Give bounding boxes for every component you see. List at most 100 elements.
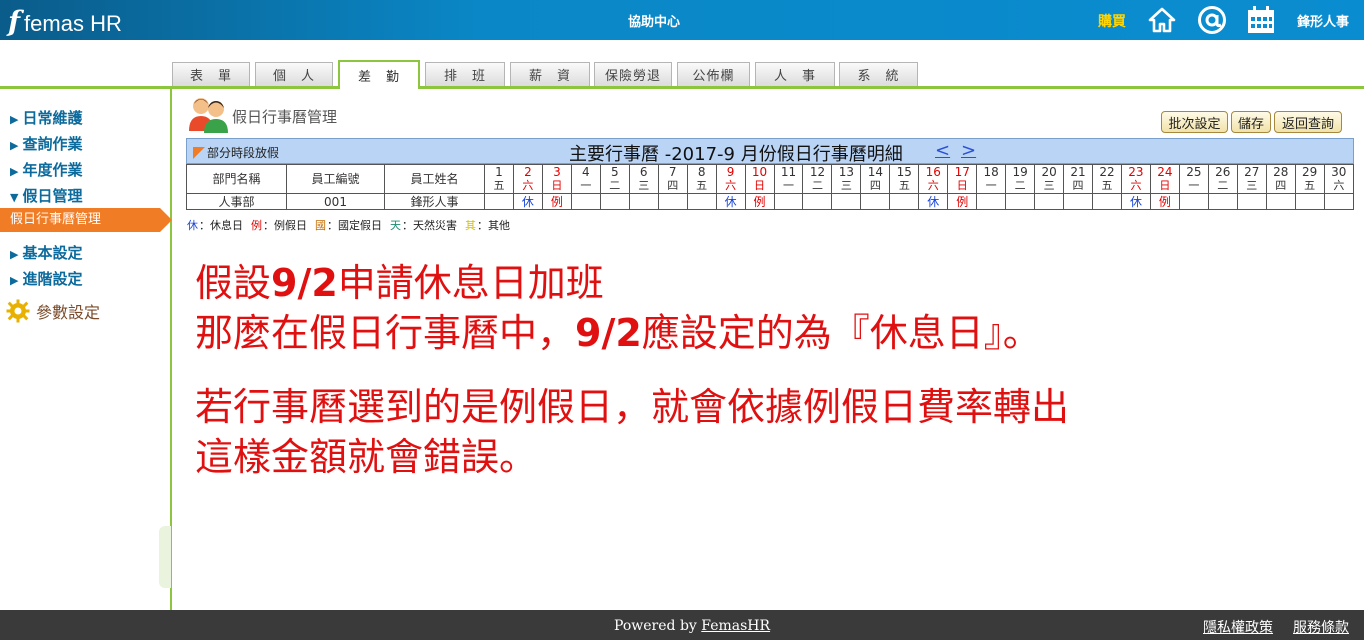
weekday-label: 六 bbox=[522, 179, 534, 192]
weekday-label: 一 bbox=[783, 179, 794, 192]
day-number: 6 bbox=[639, 165, 648, 179]
day-mark-cell[interactable]: 休 bbox=[715, 193, 746, 210]
day-mark-cell[interactable] bbox=[1207, 193, 1238, 210]
annotation-line-1: 假設9/2申請休息日加班 bbox=[195, 261, 604, 305]
day-header-cell: 15 五 bbox=[889, 164, 920, 194]
day-number: 18 bbox=[983, 165, 999, 179]
day-mark-cell[interactable]: 例 bbox=[744, 193, 775, 210]
day-header-cell: 3日 bbox=[541, 164, 572, 194]
day-mark-cell[interactable]: 休 bbox=[512, 193, 543, 210]
sidebar-item-advanced-settings[interactable]: ▶ 進階設定 bbox=[10, 268, 82, 289]
legend-key: 其 bbox=[465, 219, 476, 232]
day-number: 5 bbox=[610, 165, 619, 179]
day-mark-cell[interactable] bbox=[1294, 193, 1325, 210]
tab-personal[interactable]: 個 人 bbox=[255, 62, 333, 86]
holiday-calendar: 部分時段放假 主要行事曆 -2017-9 月份假日行事曆明細 < > 部門名稱 … bbox=[186, 138, 1355, 210]
next-month-link[interactable]: > bbox=[961, 140, 976, 161]
weekday-label: 一 bbox=[1188, 179, 1200, 192]
day-number: 1 bbox=[495, 165, 503, 179]
day-mark-cell[interactable] bbox=[570, 193, 601, 210]
day-mark-cell[interactable] bbox=[657, 193, 688, 210]
day-number: 26 bbox=[1215, 165, 1231, 179]
terms-of-service-link[interactable]: 服務條款 bbox=[1293, 617, 1349, 637]
weekday-label: 五 bbox=[1101, 179, 1113, 192]
day-mark-cell[interactable] bbox=[1323, 193, 1355, 210]
sidebar-item-query[interactable]: ▶ 查詢作業 bbox=[10, 133, 82, 154]
back-to-query-button[interactable]: 返回查詢 bbox=[1274, 111, 1342, 133]
day-mark-cell[interactable] bbox=[1063, 193, 1094, 210]
home-icon[interactable] bbox=[1147, 6, 1177, 34]
day-header-cell: 20 三 bbox=[1034, 164, 1065, 194]
col-name-header: 員工姓名 bbox=[384, 164, 485, 194]
batch-settings-button[interactable]: 批次設定 bbox=[1161, 111, 1228, 133]
day-mark-cell[interactable] bbox=[599, 193, 630, 210]
tab-hr[interactable]: 人 事 bbox=[755, 62, 835, 86]
weekday-label: 二 bbox=[1217, 179, 1229, 192]
day-mark-cell[interactable] bbox=[802, 193, 833, 210]
day-mark-cell[interactable] bbox=[1265, 193, 1296, 210]
day-mark-cell[interactable]: 休 bbox=[918, 193, 949, 210]
day-header-cell: 28 四 bbox=[1265, 164, 1296, 194]
annotation-line-4: 這樣金額就會錯誤。 bbox=[195, 435, 538, 479]
day-mark-cell[interactable]: 休 bbox=[1120, 193, 1151, 210]
day-mark-cell[interactable] bbox=[484, 193, 514, 210]
tab-insurance[interactable]: 保險勞退 bbox=[594, 62, 672, 86]
day-header-cell: 10 日 bbox=[744, 164, 775, 194]
help-center-link[interactable]: 協助中心 bbox=[628, 11, 680, 30]
day-mark-cell[interactable] bbox=[860, 193, 891, 210]
annotation-text: 假設9/2申請休息日加班 那麼在假日行事曆中，9/2應設定的為『休息日』。 若行… bbox=[195, 258, 1069, 482]
sidebar-item-daily[interactable]: ▶ 日常維護 bbox=[10, 107, 82, 128]
day-mark-cell[interactable] bbox=[686, 193, 717, 210]
sidebar-item-holiday[interactable]: ▼ 假日管理 bbox=[10, 185, 82, 206]
day-mark-cell[interactable]: 例 bbox=[1149, 193, 1180, 210]
femas-logo[interactable]: f femas HR bbox=[8, 4, 122, 38]
weekday-label: 一 bbox=[580, 179, 592, 192]
weekday-label: 五 bbox=[898, 179, 910, 192]
day-number: 12 bbox=[809, 165, 826, 179]
legend-key: 休 bbox=[187, 219, 198, 232]
day-mark-cell[interactable] bbox=[889, 193, 920, 210]
day-header-cell: 24 日 bbox=[1149, 164, 1180, 194]
tab-attendance[interactable]: 差 勤 bbox=[338, 60, 420, 89]
day-mark-cell[interactable] bbox=[1005, 193, 1036, 210]
buy-link[interactable]: 購買 bbox=[1098, 11, 1126, 31]
tab-bulletin[interactable]: 公佈欄 bbox=[677, 62, 750, 86]
day-header-cell: 27 三 bbox=[1236, 164, 1267, 194]
save-button[interactable]: 儲存 bbox=[1231, 111, 1271, 133]
sidebar-subitem-holiday-calendar[interactable]: 假日行事曆管理 bbox=[0, 208, 172, 232]
tab-system[interactable]: 系 統 bbox=[839, 62, 918, 86]
weekday-label: 四 bbox=[1275, 179, 1287, 192]
day-mark-cell[interactable]: 例 bbox=[541, 193, 572, 210]
day-header-cell: 4一 bbox=[570, 164, 601, 194]
sidebar-item-parameters[interactable]: 參數設定 bbox=[6, 299, 100, 323]
day-mark-cell[interactable] bbox=[1236, 193, 1267, 210]
prev-month-link[interactable]: < bbox=[935, 140, 950, 161]
tab-shifts[interactable]: 排 班 bbox=[425, 62, 505, 86]
day-mark-cell[interactable] bbox=[1178, 193, 1209, 210]
tab-salary[interactable]: 薪 資 bbox=[510, 62, 590, 86]
weekday-label: 六 bbox=[1333, 179, 1345, 192]
day-mark-cell[interactable] bbox=[1034, 193, 1065, 210]
legend-text: ：國定假日 bbox=[327, 219, 382, 232]
at-icon[interactable] bbox=[1197, 6, 1227, 34]
day-mark-cell[interactable] bbox=[976, 193, 1007, 210]
femashr-link[interactable]: FemasHR bbox=[701, 618, 770, 634]
day-mark-cell[interactable]: 例 bbox=[947, 193, 978, 210]
tab-forms[interactable]: 表 單 bbox=[172, 62, 250, 86]
day-mark-cell[interactable] bbox=[1092, 193, 1122, 210]
calendar-table: 部門名稱 員工編號 員工姓名 1 五 2 六 3 日 4 一 5 二 6 三 7 四 8 五 9 六 10 日 11 一 1… bbox=[186, 164, 1355, 210]
sidebar-collapse-handle[interactable] bbox=[159, 526, 171, 588]
sidebar-item-annual[interactable]: ▶ 年度作業 bbox=[10, 159, 82, 180]
sidebar-item-basic-settings[interactable]: ▶ 基本設定 bbox=[10, 242, 82, 263]
annotation-spacer bbox=[195, 358, 1069, 382]
calendar-header-row: 部門名稱 員工編號 員工姓名 1 五 2 六 3 日 4 一 5 二 6 三 7 四 8 五 9 六 10 日 11 一 1… bbox=[186, 164, 1355, 194]
privacy-policy-link[interactable]: 隱私權政策 bbox=[1203, 617, 1273, 637]
day-mark-cell[interactable] bbox=[831, 193, 862, 210]
day-mark-cell[interactable] bbox=[628, 193, 659, 210]
day-mark-cell[interactable] bbox=[773, 193, 804, 210]
company-name[interactable]: 鋒形人事 bbox=[1297, 11, 1349, 30]
calendar-icon[interactable] bbox=[1246, 6, 1276, 34]
day-header-cell: 13 三 bbox=[831, 164, 862, 194]
legend-text: ：休息日 bbox=[199, 219, 243, 232]
day-number: 2 bbox=[524, 165, 532, 179]
